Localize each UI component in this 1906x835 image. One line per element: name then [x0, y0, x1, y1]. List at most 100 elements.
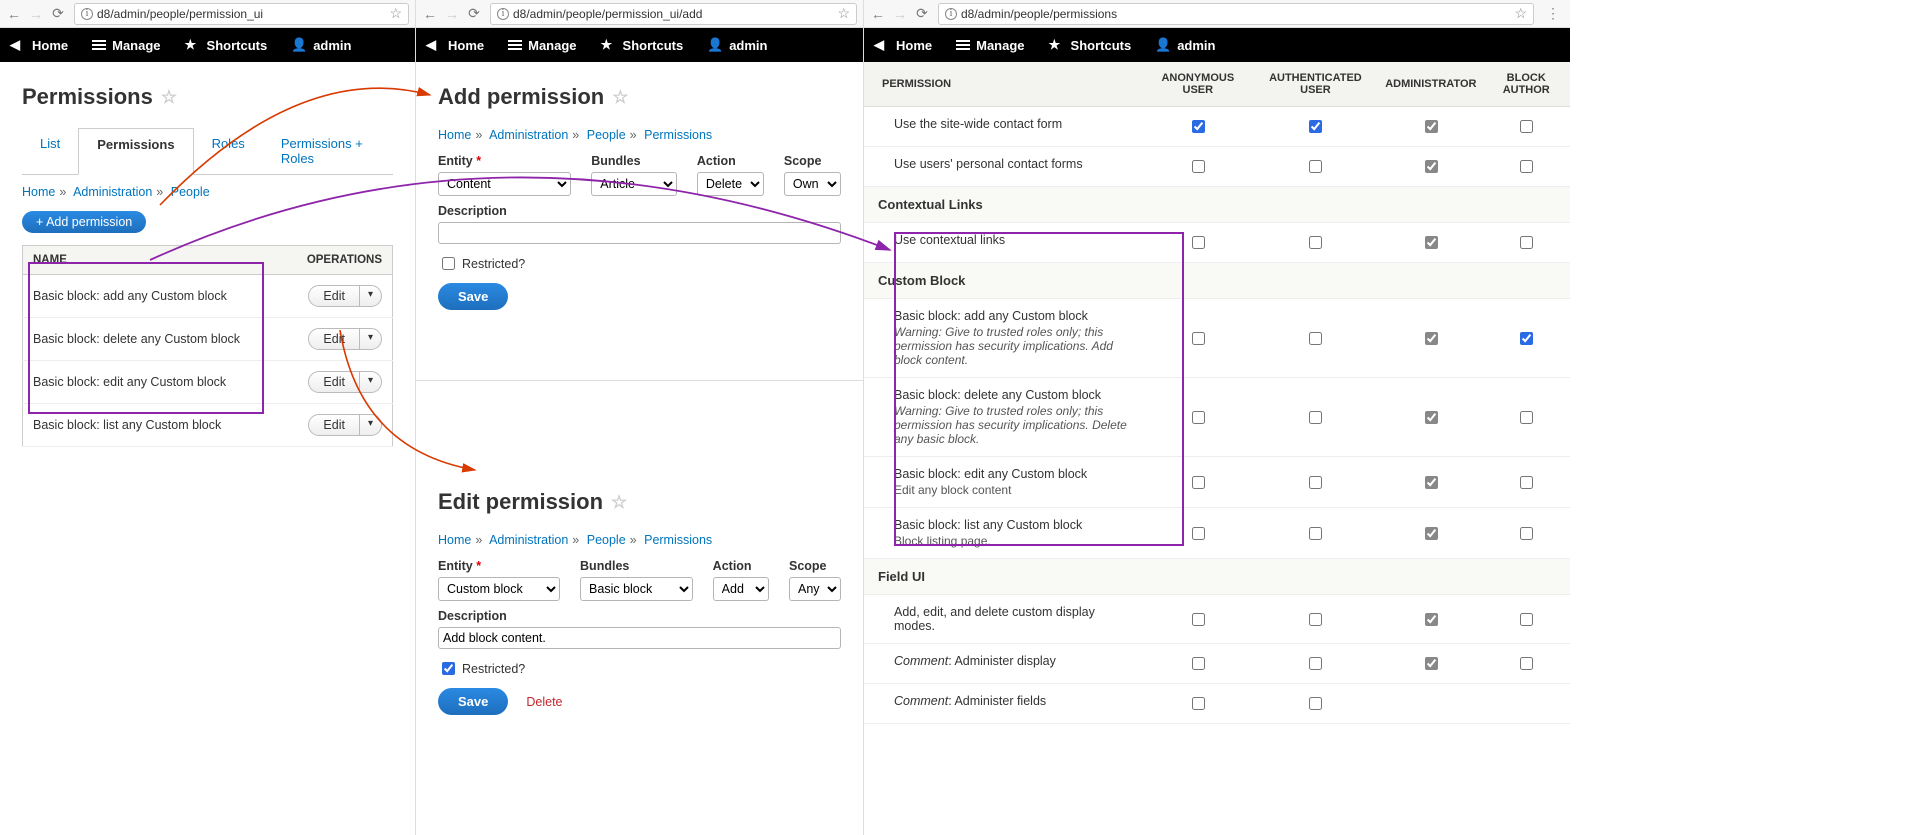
- perm-checkbox[interactable]: [1192, 613, 1205, 626]
- perm-checkbox[interactable]: [1425, 120, 1438, 133]
- perm-checkbox[interactable]: [1309, 236, 1322, 249]
- entity-select[interactable]: Content: [438, 172, 571, 196]
- edit-split-button[interactable]: Edit ▾: [308, 414, 382, 436]
- perm-checkbox[interactable]: [1309, 160, 1322, 173]
- toolbar-shortcuts[interactable]: ★Shortcuts: [1049, 37, 1132, 53]
- crumb-permissions[interactable]: Permissions: [644, 128, 712, 142]
- save-button[interactable]: Save: [438, 283, 508, 310]
- edit-split-button[interactable]: Edit ▾: [308, 328, 382, 350]
- perm-checkbox[interactable]: [1425, 657, 1438, 670]
- crumb-admin[interactable]: Administration: [489, 533, 568, 547]
- edit-split-button[interactable]: Edit ▾: [308, 371, 382, 393]
- toolbar-manage[interactable]: Manage: [956, 38, 1024, 53]
- caret-icon[interactable]: ▾: [360, 329, 381, 349]
- caret-icon[interactable]: ▾: [360, 415, 381, 435]
- crumb-permissions[interactable]: Permissions: [644, 533, 712, 547]
- perm-checkbox[interactable]: [1520, 332, 1533, 345]
- toolbar-back-button[interactable]: ◀Home: [10, 37, 68, 53]
- crumb-home[interactable]: Home: [22, 185, 55, 199]
- perm-checkbox[interactable]: [1309, 657, 1322, 670]
- scope-select[interactable]: Own: [784, 172, 841, 196]
- info-icon[interactable]: i: [497, 8, 509, 20]
- caret-icon[interactable]: ▾: [360, 372, 381, 392]
- perm-checkbox[interactable]: [1520, 160, 1533, 173]
- restricted-checkbox[interactable]: [442, 257, 455, 270]
- url-bar[interactable]: i d8/admin/people/permission_ui ☆: [74, 3, 409, 25]
- crumb-people[interactable]: People: [587, 128, 626, 142]
- back-icon[interactable]: ←: [422, 6, 438, 22]
- edit-button[interactable]: Edit: [309, 372, 360, 392]
- toolbar-manage[interactable]: Manage: [92, 38, 160, 53]
- toolbar-user[interactable]: 👤admin: [707, 37, 767, 53]
- add-permission-button[interactable]: + Add permission: [22, 211, 146, 233]
- toolbar-user[interactable]: 👤admin: [1155, 37, 1215, 53]
- caret-icon[interactable]: ▾: [360, 286, 381, 306]
- perm-checkbox[interactable]: [1309, 411, 1322, 424]
- back-icon[interactable]: ←: [6, 6, 22, 22]
- reload-icon[interactable]: ⟳: [50, 6, 66, 22]
- edit-button[interactable]: Edit: [309, 415, 360, 435]
- star-outline-icon[interactable]: ☆: [612, 87, 628, 108]
- perm-checkbox[interactable]: [1425, 332, 1438, 345]
- perm-checkbox[interactable]: [1425, 613, 1438, 626]
- perm-checkbox[interactable]: [1309, 613, 1322, 626]
- toolbar-manage[interactable]: Manage: [508, 38, 576, 53]
- star-outline-icon[interactable]: ☆: [611, 492, 627, 513]
- tab-permissions-roles[interactable]: Permissions + Roles: [263, 128, 393, 174]
- perm-checkbox[interactable]: [1192, 411, 1205, 424]
- crumb-people[interactable]: People: [171, 185, 210, 199]
- crumb-admin[interactable]: Administration: [489, 128, 568, 142]
- toolbar-user[interactable]: 👤admin: [291, 37, 351, 53]
- perm-checkbox[interactable]: [1520, 657, 1533, 670]
- perm-checkbox[interactable]: [1425, 476, 1438, 489]
- perm-checkbox[interactable]: [1309, 332, 1322, 345]
- info-icon[interactable]: i: [81, 8, 93, 20]
- perm-checkbox[interactable]: [1192, 697, 1205, 710]
- tab-roles[interactable]: Roles: [194, 128, 263, 174]
- bundles-select[interactable]: Basic block: [580, 577, 693, 601]
- perm-checkbox[interactable]: [1309, 697, 1322, 710]
- crumb-people[interactable]: People: [587, 533, 626, 547]
- perm-checkbox[interactable]: [1192, 236, 1205, 249]
- action-select[interactable]: Delete: [697, 172, 764, 196]
- perm-checkbox[interactable]: [1309, 527, 1322, 540]
- perm-checkbox[interactable]: [1425, 236, 1438, 249]
- delete-link[interactable]: Delete: [526, 695, 562, 709]
- toolbar-back-button[interactable]: ◀Home: [874, 37, 932, 53]
- perm-checkbox[interactable]: [1309, 476, 1322, 489]
- reload-icon[interactable]: ⟳: [914, 6, 930, 22]
- perm-checkbox[interactable]: [1192, 120, 1205, 133]
- perm-checkbox[interactable]: [1309, 120, 1322, 133]
- url-bar[interactable]: i d8/admin/people/permissions ☆: [938, 3, 1534, 25]
- tab-list[interactable]: List: [22, 128, 78, 174]
- info-icon[interactable]: i: [945, 8, 957, 20]
- perm-checkbox[interactable]: [1425, 160, 1438, 173]
- bundles-select[interactable]: Article: [591, 172, 677, 196]
- bookmark-star-icon[interactable]: ☆: [389, 5, 402, 22]
- toolbar-shortcuts[interactable]: ★Shortcuts: [185, 37, 268, 53]
- perm-checkbox[interactable]: [1425, 527, 1438, 540]
- description-input[interactable]: [438, 222, 841, 244]
- description-input[interactable]: [438, 627, 841, 649]
- perm-checkbox[interactable]: [1520, 236, 1533, 249]
- perm-checkbox[interactable]: [1520, 120, 1533, 133]
- save-button[interactable]: Save: [438, 688, 508, 715]
- perm-checkbox[interactable]: [1192, 657, 1205, 670]
- perm-checkbox[interactable]: [1520, 411, 1533, 424]
- bookmark-star-icon[interactable]: ☆: [837, 5, 850, 22]
- tab-permissions[interactable]: Permissions: [78, 128, 193, 175]
- perm-checkbox[interactable]: [1425, 411, 1438, 424]
- edit-split-button[interactable]: Edit ▾: [308, 285, 382, 307]
- scope-select[interactable]: Any: [789, 577, 841, 601]
- restricted-checkbox[interactable]: [442, 662, 455, 675]
- toolbar-shortcuts[interactable]: ★Shortcuts: [601, 37, 684, 53]
- perm-checkbox[interactable]: [1192, 476, 1205, 489]
- perm-checkbox[interactable]: [1192, 160, 1205, 173]
- url-bar[interactable]: i d8/admin/people/permission_ui/add ☆: [490, 3, 857, 25]
- perm-checkbox[interactable]: [1520, 613, 1533, 626]
- star-outline-icon[interactable]: ☆: [161, 87, 177, 108]
- back-icon[interactable]: ←: [870, 6, 886, 22]
- action-select[interactable]: Add: [713, 577, 769, 601]
- crumb-admin[interactable]: Administration: [73, 185, 152, 199]
- edit-button[interactable]: Edit: [309, 286, 360, 306]
